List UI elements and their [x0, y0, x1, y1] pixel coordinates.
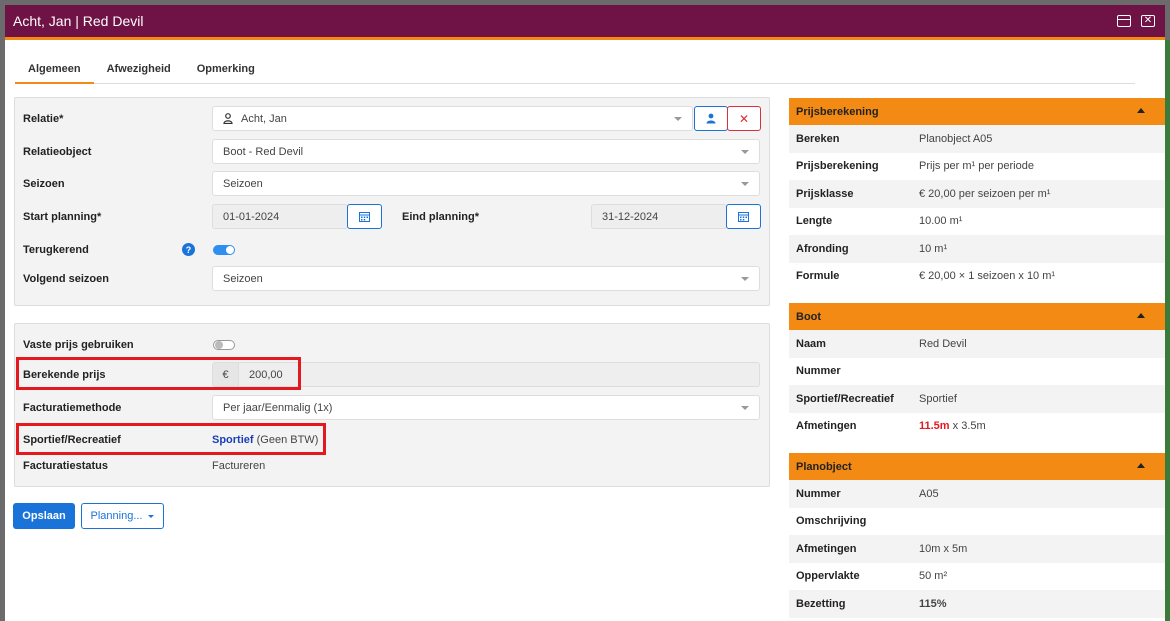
boot-title: Boot: [796, 310, 822, 323]
terugkerend-label: Terugkerend: [23, 244, 89, 256]
facturatiestatus-label: Facturatiestatus: [23, 460, 108, 472]
planning-dropdown-button[interactable]: Planning...: [81, 503, 164, 529]
planobject-title: Planobject: [796, 460, 852, 473]
start-planning-label: Start planning*: [23, 211, 102, 223]
info-row: Nummer: [789, 357, 1165, 385]
relatie-profile-button[interactable]: [694, 106, 728, 131]
tab-afwezigheid[interactable]: Afwezigheid: [94, 60, 184, 84]
boot-section: Boot Naam Red Devil Nummer Sportief/Recre…: [789, 303, 1165, 440]
tab-algemeen[interactable]: Algemeen: [15, 60, 94, 84]
eind-planning-label: Eind planning*: [402, 211, 479, 223]
relatie-value: Acht, Jan: [241, 112, 287, 125]
relatie-select[interactable]: Acht, Jan: [212, 106, 693, 131]
chevron-down-icon: [674, 117, 682, 121]
relatieobject-select[interactable]: Boot - Red Devil: [212, 139, 760, 164]
info-row: Prijsberekening Prijs per m¹ per periode: [789, 152, 1165, 180]
chevron-down-icon: [741, 150, 749, 154]
save-button[interactable]: Opslaan: [13, 503, 75, 529]
tab-bar: Algemeen Afwezigheid Opmerking: [15, 60, 1135, 84]
seizoen-value: Seizoen: [223, 177, 263, 190]
prijsberekening-title: Prijsberekening: [796, 105, 879, 118]
terugkerend-toggle[interactable]: [213, 245, 235, 255]
modal-window: Acht, Jan | Red Devil ✕ Algemeen Afwezig…: [5, 5, 1165, 621]
caret-down-icon: [148, 514, 155, 518]
boot-header[interactable]: Boot: [789, 303, 1165, 330]
calendar-icon: [738, 212, 749, 222]
general-panel: Relatie* Acht, Jan ✕ Relatieobject Boot …: [14, 97, 770, 306]
info-row: Oppervlakte 50 m²: [789, 562, 1165, 590]
eind-planning-value: 31-12-2024: [602, 210, 659, 223]
facturatiemethode-value: Per jaar/Eenmalig (1x): [223, 401, 333, 414]
collapse-icon: [1137, 463, 1145, 468]
facturatiestatus-value: Factureren: [212, 460, 266, 472]
window-title: Acht, Jan | Red Devil: [13, 13, 144, 29]
eind-planning-input[interactable]: 31-12-2024: [591, 204, 727, 229]
info-row: Afmetingen 10m x 5m: [789, 535, 1165, 563]
vaste-prijs-label: Vaste prijs gebruiken: [23, 339, 134, 351]
chevron-down-icon: [741, 277, 749, 281]
pricing-panel: Vaste prijs gebruiken Berekende prijs € …: [14, 323, 770, 487]
volgend-seizoen-label: Volgend seizoen: [23, 273, 109, 285]
volgend-seizoen-value: Seizoen: [223, 272, 263, 285]
planobject-header[interactable]: Planobject: [789, 453, 1165, 480]
facturatiemethode-label: Facturatiemethode: [23, 402, 122, 414]
calendar-icon: [359, 212, 370, 222]
info-row: Formule € 20,00 × 1 seizoen x 10 m¹: [789, 262, 1165, 290]
info-row: Bezetting 115%: [789, 590, 1165, 618]
info-row: Sportief/Recreatief Sportief: [789, 385, 1165, 413]
planning-label: Planning...: [90, 510, 143, 522]
facturatiemethode-select[interactable]: Per jaar/Eenmalig (1x): [212, 395, 760, 420]
relatie-remove-button[interactable]: ✕: [727, 106, 761, 131]
prijsberekening-header[interactable]: Prijsberekening: [789, 98, 1165, 125]
seizoen-label: Seizoen: [23, 178, 65, 190]
tab-opmerking[interactable]: Opmerking: [184, 60, 268, 84]
volgend-seizoen-select[interactable]: Seizoen: [212, 266, 760, 291]
user-icon: [223, 113, 233, 124]
info-row: Afronding 10 m¹: [789, 235, 1165, 263]
highlight-berekende-prijs: [16, 357, 301, 390]
info-row: Naam Red Devil: [789, 330, 1165, 358]
person-icon: [706, 113, 716, 124]
relatie-label: Relatie*: [23, 113, 64, 125]
info-row: Nummer A05: [789, 480, 1165, 508]
collapse-icon: [1137, 313, 1145, 318]
vaste-prijs-toggle[interactable]: [213, 340, 235, 350]
title-bar: Acht, Jan | Red Devil ✕: [5, 5, 1165, 40]
relatieobject-value: Boot - Red Devil: [223, 145, 304, 158]
info-row: Lengte 10.00 m¹: [789, 207, 1165, 235]
start-calendar-button[interactable]: [347, 204, 382, 229]
info-row: Bereken Planobject A05: [789, 125, 1165, 153]
info-row: Prijsklasse € 20,00 per seizoen per m¹: [789, 180, 1165, 208]
info-row: Omschrijving: [789, 507, 1165, 535]
maximize-icon[interactable]: [1117, 15, 1131, 27]
chevron-down-icon: [741, 406, 749, 410]
eind-calendar-button[interactable]: [726, 204, 761, 229]
collapse-icon: [1137, 108, 1145, 113]
relatieobject-label: Relatieobject: [23, 146, 92, 158]
start-planning-input[interactable]: 01-01-2024: [212, 204, 348, 229]
seizoen-select[interactable]: Seizoen: [212, 171, 760, 196]
help-icon[interactable]: ?: [182, 243, 195, 256]
highlight-sportief: [16, 423, 326, 455]
planobject-section: Planobject Nummer A05 Omschrijving Afmeti…: [789, 453, 1165, 618]
info-row: Afmetingen 11.5m x 3.5m: [789, 412, 1165, 440]
chevron-down-icon: [741, 182, 749, 186]
start-planning-value: 01-01-2024: [223, 210, 280, 223]
close-icon[interactable]: ✕: [1141, 15, 1155, 27]
prijsberekening-section: Prijsberekening Bereken Planobject A05 Pr…: [789, 98, 1165, 290]
